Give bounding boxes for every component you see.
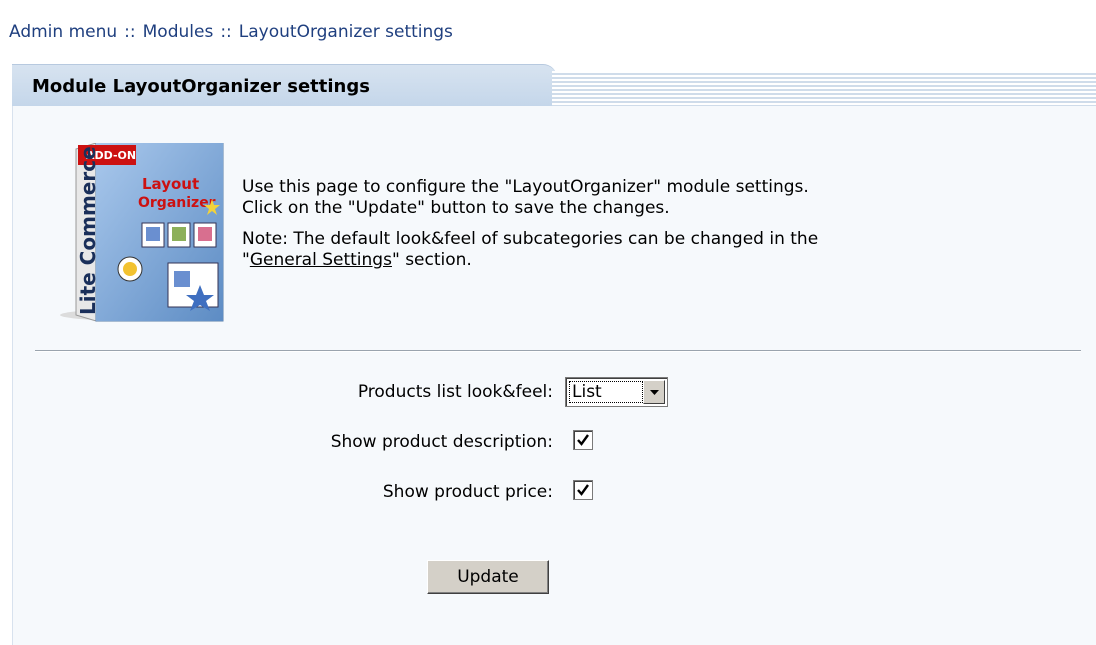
look-and-feel-value: List bbox=[569, 381, 643, 403]
breadcrumb-separator: :: bbox=[220, 22, 232, 42]
chevron-down-icon[interactable] bbox=[643, 380, 665, 404]
note-quote: " bbox=[242, 250, 250, 270]
note-text: Note: The default look&feel of subcatego… bbox=[242, 229, 1032, 271]
description-text: Use this page to configure the "LayoutOr… bbox=[242, 177, 1032, 219]
look-and-feel-label: Products list look&feel: bbox=[357, 382, 553, 402]
show-price-row: Show product price: bbox=[0, 477, 1096, 507]
box-product-text-1: Layout bbox=[142, 175, 199, 193]
box-product-text-2: Organizer bbox=[138, 195, 216, 211]
breadcrumb-separator: :: bbox=[124, 22, 136, 42]
checkmark-icon bbox=[577, 484, 589, 496]
breadcrumb-admin-menu[interactable]: Admin menu bbox=[9, 22, 117, 42]
note-prefix: Note: The default look&feel of subcatego… bbox=[242, 229, 819, 249]
divider bbox=[35, 350, 1081, 352]
description-line-1: Use this page to configure the "LayoutOr… bbox=[242, 177, 809, 197]
header-stripes bbox=[552, 71, 1096, 106]
panel-tab: Module LayoutOrganizer settings bbox=[12, 64, 557, 107]
description-line-2: Click on the "Update" button to save the… bbox=[242, 198, 670, 218]
page-title: Module LayoutOrganizer settings bbox=[32, 76, 370, 97]
show-price-checkbox[interactable] bbox=[573, 480, 593, 500]
note-suffix: " section. bbox=[391, 250, 472, 270]
breadcrumb-modules[interactable]: Modules bbox=[143, 22, 214, 42]
checkmark-icon bbox=[577, 434, 589, 446]
panel-header: Module LayoutOrganizer settings bbox=[12, 64, 1096, 107]
description: Use this page to configure the "LayoutOr… bbox=[242, 177, 1032, 281]
look-and-feel-row: Products list look&feel: List bbox=[0, 377, 1096, 407]
show-description-row: Show product description: bbox=[0, 427, 1096, 457]
update-button[interactable]: Update bbox=[427, 560, 549, 594]
show-description-label: Show product description: bbox=[330, 432, 553, 452]
breadcrumb-current: LayoutOrganizer settings bbox=[238, 22, 453, 42]
general-settings-link[interactable]: General Settings bbox=[250, 250, 392, 270]
breadcrumb: Admin menu:: Modules:: LayoutOrganizer set… bbox=[9, 22, 453, 42]
show-description-checkbox[interactable] bbox=[573, 430, 593, 450]
look-and-feel-select[interactable]: List bbox=[565, 377, 668, 407]
show-price-label: Show product price: bbox=[382, 482, 553, 502]
module-box-image: ADD-ON Lite Commerce Layout Organizer bbox=[50, 142, 225, 323]
box-brand-text: Lite Commerce bbox=[76, 146, 100, 315]
